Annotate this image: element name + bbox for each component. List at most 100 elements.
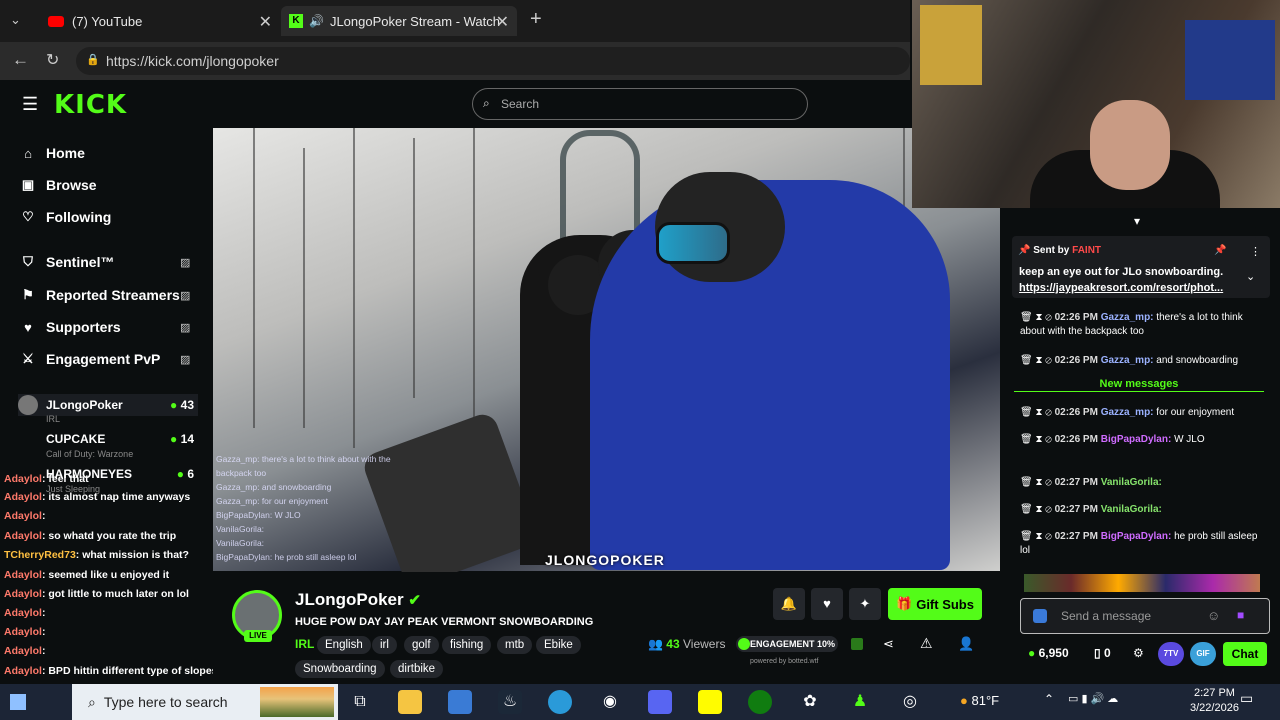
chat-message: 🗑 ⧗ ⊘ 02:26 PM Gazza_mp: for our enjoyme… [1020, 407, 1235, 418]
chat-input[interactable]: Send a message ☺ ■ [1020, 598, 1270, 634]
pinned-link[interactable]: https://jaypeakresort.com/resort/phot... [1019, 282, 1223, 294]
close-tab-icon[interactable]: ✕ [496, 12, 509, 32]
xbox-icon[interactable] [748, 690, 772, 714]
side-chat-line: TCherryRed73: what mission is that? [4, 549, 189, 561]
side-chat-line: Adaylol: its almost nap time anyways [4, 491, 191, 503]
tray-icons[interactable]: ▭ ▮ 🔊 ☁ [1068, 692, 1118, 705]
windows-start-icon[interactable] [10, 694, 26, 710]
swords-icon: ⚔ [22, 351, 34, 366]
side-chat-line: Adaylol: [4, 626, 46, 638]
channel-category: Call of Duty: Warzone [46, 449, 134, 459]
gift-icon[interactable]: ■ [1237, 608, 1244, 622]
settings-icon[interactable]: ⚙ [1133, 646, 1144, 660]
snapchat-icon[interactable] [698, 690, 722, 714]
share-icon[interactable]: ⋖ [883, 636, 894, 652]
tag[interactable]: mtb [497, 636, 533, 654]
sidebar-item-label: Engagement PvP [46, 351, 161, 367]
task-view-icon[interactable]: ⧉ [348, 690, 372, 714]
sidebar-item-browse[interactable]: ▣ Browse [20, 173, 97, 197]
tab-youtube[interactable]: (7) YouTube ✕ [40, 6, 280, 36]
channel-item[interactable]: CUPCAKE ● 14 [46, 428, 198, 450]
back-icon[interactable]: ← [12, 50, 29, 70]
notification-bell-icon[interactable]: 🔔 [773, 588, 805, 620]
chess-icon[interactable]: ♟ [848, 690, 872, 714]
chat-message: 🗑 ⧗ ⊘ 02:27 PM BigPapaDylan: he prob sti… [1020, 531, 1258, 556]
follow-heart-icon[interactable]: ♥ [811, 588, 843, 620]
file-explorer-icon[interactable] [398, 690, 422, 714]
emoji-icon[interactable]: ☺ [1207, 608, 1220, 623]
clock[interactable]: 2:27 PM 3/22/2026 [1190, 686, 1239, 716]
scroll-handle-icon[interactable]: ▾ [1134, 214, 1140, 228]
streamer-face [1090, 100, 1170, 190]
chevron-down-icon[interactable]: ⌄ [1246, 270, 1255, 283]
sidebar-item-following[interactable]: ♡ Following [20, 205, 111, 229]
pin-icon[interactable]: 📌 [1214, 245, 1226, 256]
tray-chevron-icon[interactable]: ⌃ [1044, 692, 1054, 706]
video-chat-overlay: Gazza_mp: there's a lot to think about w… [216, 454, 391, 562]
sidebar-item-label: Home [46, 145, 85, 161]
search-icon: ⌕ [483, 96, 490, 110]
channel-item[interactable]: JLongoPoker ● 43 [18, 394, 198, 416]
more-options-icon[interactable]: ⋮ [1250, 245, 1261, 258]
emote-bar[interactable] [1024, 574, 1260, 592]
tag[interactable]: golf [404, 636, 439, 654]
tag[interactable]: Ebike [536, 636, 581, 654]
kick-logo[interactable]: KICK [54, 90, 127, 120]
sidebar-item-supporters[interactable]: ♥ Supporters [20, 315, 121, 339]
search-highlight-image [260, 687, 334, 717]
url-field[interactable]: 🔒 https://kick.com/jlongopoker [76, 47, 910, 75]
sidebar-item-reported-streamers[interactable]: ⚑ Reported Streamers [20, 283, 180, 307]
sidebar-item-sentinel[interactable]: ⛉ Sentinel™ [20, 250, 114, 274]
speaker-icon[interactable]: 🔊 [309, 14, 324, 28]
sidebar-item-label: Browse [46, 177, 97, 193]
app-recording-icon[interactable]: ◎ [898, 690, 922, 714]
tag[interactable]: English [317, 636, 371, 654]
kick-favicon-icon: K [289, 14, 303, 28]
edge-icon[interactable] [548, 690, 572, 714]
store-icon[interactable] [448, 690, 472, 714]
weather-widget[interactable]: ● 81°F [960, 693, 999, 708]
obs-icon[interactable]: ◉ [598, 690, 622, 714]
sidebar-item-engagement-pvp[interactable]: ⚔ Engagement PvP [20, 347, 160, 371]
streamer-name[interactable]: JLongoPoker ✔ [295, 590, 421, 610]
user-add-icon[interactable]: 👤 [958, 636, 974, 652]
badge-count[interactable]: ▯ 0 [1094, 646, 1111, 660]
channel-name: CUPCAKE [46, 432, 106, 446]
pinned-by: 📌 Sent by FAINT [1018, 245, 1102, 256]
new-tab-icon[interactable]: + [530, 8, 542, 31]
tag[interactable]: irl [372, 636, 397, 654]
tab-kick[interactable]: K 🔊 JLongoPoker Stream - Watch ✕ [281, 6, 517, 36]
side-chat-line: Adaylol: got little to much later on lol [4, 588, 189, 600]
tab-label: (7) YouTube [72, 13, 143, 29]
gift-subs-button[interactable]: 🎁 Gift Subs [888, 588, 982, 620]
report-icon[interactable]: ⚠ [920, 635, 933, 652]
stream-title: HUGE POW DAY JAY PEAK VERMONT SNOWBOARDI… [295, 616, 594, 628]
tag[interactable]: Snowboarding [295, 660, 385, 678]
heart-icon: ♡ [22, 209, 34, 224]
side-chat-line: Adaylol: so whatd you rate the trip [4, 530, 177, 542]
chat-send-button[interactable]: Chat [1223, 642, 1267, 666]
steam-icon[interactable]: ♨ [498, 690, 522, 714]
side-chat-line: Adaylol: [4, 510, 46, 522]
tab-list-chevron-icon[interactable]: ⌄ [10, 12, 21, 28]
side-chat-line: Adaylol: BPD hittin different type of sl… [4, 665, 218, 677]
discord-icon[interactable] [648, 690, 672, 714]
taskbar-search[interactable]: ⌕ Type here to search [72, 684, 338, 720]
channel-points[interactable]: ● 6,950 [1028, 646, 1069, 660]
browse-icon: ▣ [21, 177, 35, 192]
notifications-icon[interactable]: ▭ [1240, 690, 1253, 707]
gif-icon[interactable]: GIF [1190, 642, 1216, 666]
gift-icon: 🎁 [896, 596, 913, 611]
app-icon[interactable]: ✿ [798, 690, 822, 714]
engagement-meter: ENGAGEMENT 10% [736, 636, 838, 652]
sparkle-icon[interactable]: ✦ [849, 588, 881, 620]
search-input[interactable]: ⌕ Search [472, 88, 808, 120]
menu-icon[interactable]: ☰ [22, 94, 38, 115]
7tv-icon[interactable]: 7TV [1158, 642, 1184, 666]
reload-icon[interactable]: ↻ [46, 50, 59, 70]
sidebar-item-home[interactable]: ⌂ Home [20, 141, 85, 165]
category-link[interactable]: IRL [295, 637, 314, 651]
close-tab-icon[interactable]: ✕ [259, 12, 272, 32]
tag[interactable]: fishing [442, 636, 492, 654]
tag[interactable]: dirtbike [390, 660, 444, 678]
